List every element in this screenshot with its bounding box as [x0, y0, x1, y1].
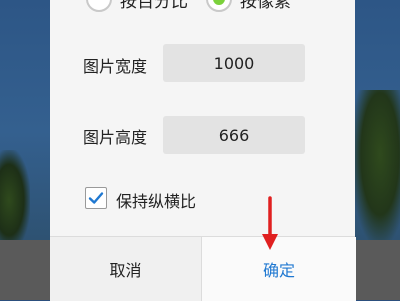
- unit-radio-group: 按百分比 按像素: [86, 0, 309, 12]
- background-tree: [350, 90, 400, 250]
- radio-percent-label[interactable]: 按百分比: [120, 0, 188, 12]
- radio-selected-dot: [213, 0, 225, 5]
- radio-percent[interactable]: [86, 0, 112, 12]
- background-tree-left: [0, 150, 30, 250]
- cancel-button[interactable]: 取消: [50, 237, 201, 301]
- keep-ratio-checkbox[interactable]: [85, 187, 107, 209]
- height-label: 图片高度: [83, 128, 148, 147]
- dialog-button-row: 取消 确定: [50, 236, 356, 301]
- radio-pixel-label[interactable]: 按像素: [240, 0, 291, 12]
- radio-pixel[interactable]: [206, 0, 232, 12]
- height-input[interactable]: 666: [163, 116, 305, 154]
- red-arrow-icon: [262, 196, 278, 250]
- checkmark-icon: [88, 192, 104, 204]
- width-input[interactable]: 1000: [163, 44, 305, 82]
- width-label: 图片宽度: [83, 57, 148, 76]
- resize-dialog: 按百分比 按像素 图片宽度 1000 图片高度 666 保持纵横比 取消 确定: [50, 0, 356, 301]
- keep-ratio-label[interactable]: 保持纵横比: [116, 188, 196, 212]
